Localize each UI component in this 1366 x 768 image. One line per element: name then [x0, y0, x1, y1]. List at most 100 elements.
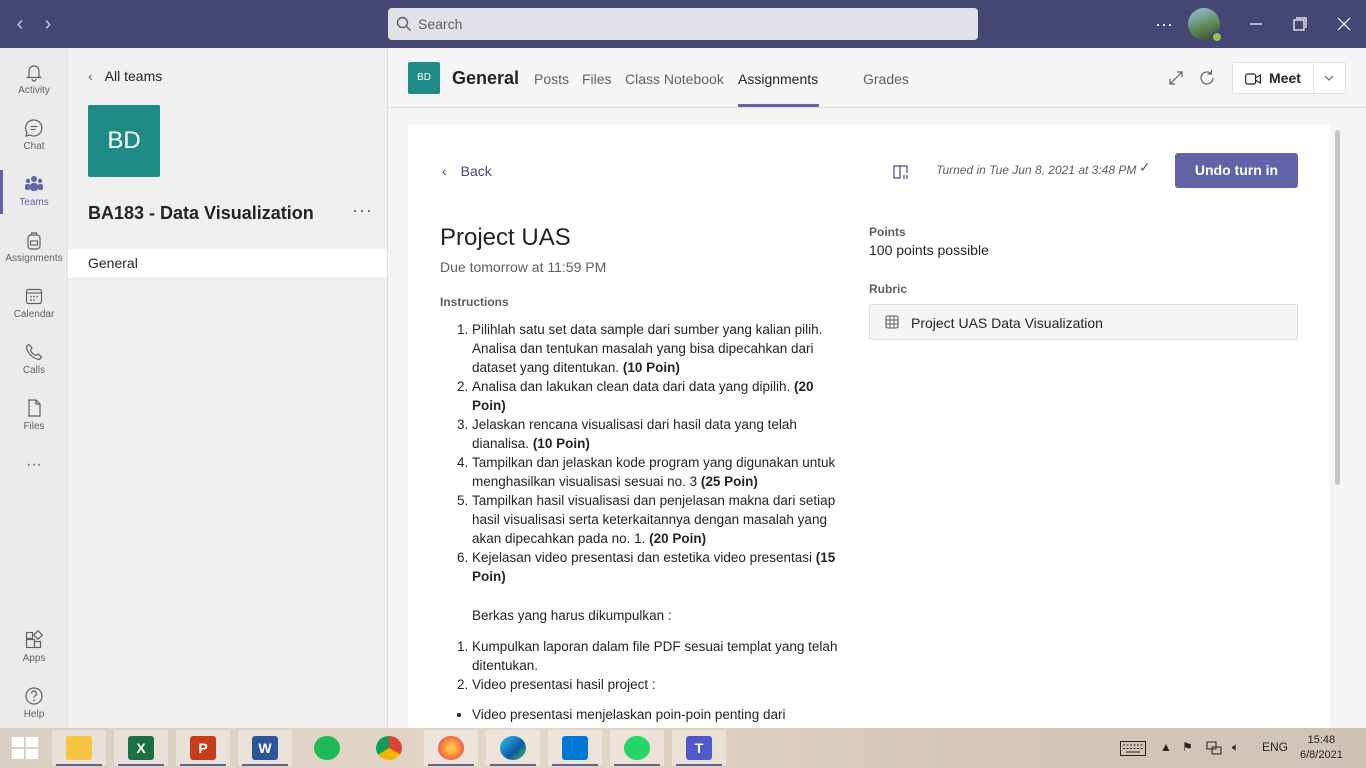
expand-icon[interactable]: [1166, 68, 1186, 88]
taskbar-edge[interactable]: [486, 730, 540, 766]
whatsapp-icon: [624, 736, 650, 760]
title-bar: ‹ › Search ···: [0, 0, 1366, 48]
channel-label: General: [88, 255, 138, 271]
rail-label: Chat: [23, 141, 45, 152]
taskbar-file-explorer[interactable]: [52, 730, 106, 766]
instruction-points: (20 Poin): [649, 531, 707, 546]
clock-date: 6/8/2021: [1300, 749, 1343, 761]
windows-start-icon[interactable]: [12, 737, 38, 759]
taskbar-spotify[interactable]: [300, 730, 354, 766]
undo-turn-in-button[interactable]: Undo turn in: [1175, 153, 1298, 188]
tab-grades[interactable]: Grades: [863, 71, 909, 87]
refresh-icon[interactable]: [1197, 68, 1217, 88]
all-teams-link[interactable]: ‹ All teams: [88, 68, 162, 84]
back-arrow-icon[interactable]: ‹: [8, 12, 32, 36]
rail-label: Calls: [22, 365, 46, 376]
taskbar-word[interactable]: W: [238, 730, 292, 766]
file-icon: [28, 399, 41, 417]
team-name: BA183 - Data Visualization: [88, 203, 314, 223]
rail-apps[interactable]: Apps: [0, 620, 68, 676]
list-item: Tampilkan hasil visualisasi dan penjelas…: [472, 491, 840, 548]
rail-teams[interactable]: Teams: [0, 164, 68, 220]
volume-icon[interactable]: 🔈︎: [1232, 740, 1239, 755]
input-language[interactable]: ENG: [1262, 740, 1288, 754]
team-more-options-icon[interactable]: ···: [352, 200, 373, 221]
forward-arrow-icon[interactable]: ›: [36, 12, 60, 36]
vscode-icon: [562, 736, 588, 760]
more-options-icon[interactable]: ···: [1152, 12, 1176, 36]
rail-label: Files: [23, 421, 45, 432]
maximize-icon[interactable]: [1288, 12, 1312, 36]
points-value: 100 points possible: [869, 242, 989, 258]
all-teams-label: All teams: [104, 68, 163, 84]
rail-label: Apps: [22, 653, 46, 664]
chrome-icon: [376, 736, 402, 760]
team-avatar: BD: [88, 105, 160, 177]
rail-chat[interactable]: Chat: [0, 108, 68, 164]
video-bullets: Video presentasi menjelaskan poin-poin p…: [440, 705, 840, 724]
taskbar-powerpoint[interactable]: P: [176, 730, 230, 766]
assignment-title: Project UAS: [440, 224, 571, 251]
channel-item-general[interactable]: General: [68, 249, 387, 277]
network-icon[interactable]: [1206, 740, 1222, 756]
keyboard-icon[interactable]: [1120, 741, 1146, 756]
rail-activity[interactable]: Activity: [0, 52, 68, 108]
immersive-reader-icon[interactable]: [892, 163, 910, 181]
grid-icon: [885, 315, 899, 329]
list-item: Video presentasi menjelaskan poin-poin p…: [472, 705, 840, 724]
turned-in-status: Turned in Tue Jun 8, 2021 at 3:48 PM: [936, 163, 1137, 177]
rail-calendar[interactable]: Calendar: [0, 276, 68, 332]
rail-files[interactable]: Files: [0, 388, 68, 444]
instruction-points: (10 Poin): [622, 360, 680, 375]
rail-calls[interactable]: Calls: [0, 332, 68, 388]
system-clock[interactable]: 15:48 6/8/2021: [1300, 733, 1343, 763]
tab-class-notebook[interactable]: Class Notebook: [625, 71, 724, 87]
taskbar-chrome[interactable]: [362, 730, 416, 766]
tab-assignments[interactable]: Assignments: [738, 71, 818, 87]
meet-label: Meet: [1269, 70, 1301, 86]
tab-posts[interactable]: Posts: [534, 71, 569, 87]
files-heading: Berkas yang harus dikumpulkan :: [472, 608, 672, 623]
taskbar-firefox[interactable]: [424, 730, 478, 766]
profile-avatar[interactable]: [1188, 8, 1223, 43]
back-button[interactable]: ‹ Back: [442, 163, 492, 179]
team-panel: ‹ All teams BD BA183 - Data Visualization…: [68, 48, 388, 728]
word-icon: W: [252, 736, 278, 760]
flag-icon[interactable]: ⚑: [1182, 740, 1193, 754]
scrollbar[interactable]: [1335, 130, 1340, 485]
instruction-text: Kejelasan video presentasi dan estetika …: [472, 550, 812, 565]
status-available-icon: [1211, 31, 1223, 43]
firefox-icon: [438, 736, 464, 760]
show-hidden-icons-icon[interactable]: ▲: [1160, 740, 1172, 754]
minimize-icon[interactable]: [1244, 12, 1268, 36]
teams-icon: [25, 176, 43, 191]
clock-time: 15:48: [1307, 734, 1336, 746]
tab-files[interactable]: Files: [582, 71, 612, 87]
chevron-down-icon[interactable]: [1321, 70, 1337, 86]
rail-assignments[interactable]: Assignments: [0, 220, 68, 276]
app-rail: Activity Chat Teams Assignments Calendar…: [0, 48, 68, 728]
apps-icon: [25, 630, 44, 649]
taskbar-vscode[interactable]: [548, 730, 602, 766]
edge-icon: [500, 736, 526, 760]
excel-icon: X: [128, 736, 154, 760]
list-item: Kumpulkan laporan dalam file PDF sesuai …: [472, 637, 840, 675]
files-list: Kumpulkan laporan dalam file PDF sesuai …: [440, 637, 840, 694]
close-icon[interactable]: [1332, 12, 1356, 36]
rubric-link[interactable]: Project UAS Data Visualization: [869, 304, 1298, 340]
rail-more[interactable]: ···: [0, 444, 68, 500]
taskbar-teams[interactable]: T: [672, 730, 726, 766]
help-icon: [25, 687, 43, 705]
rail-help[interactable]: Help: [0, 676, 68, 732]
meet-button[interactable]: Meet: [1232, 62, 1346, 94]
rail-label: Calendar: [13, 309, 55, 320]
taskbar-whatsapp[interactable]: [610, 730, 664, 766]
instruction-text: Jelaskan rencana visualisasi dari hasil …: [472, 417, 797, 451]
chevron-left-icon: ‹: [88, 68, 93, 84]
instructions-heading: Instructions: [440, 295, 509, 309]
channel-header: BD General Posts Files Class Notebook As…: [388, 48, 1366, 108]
more-apps-icon: ···: [26, 456, 42, 473]
channel-avatar: BD: [408, 62, 440, 94]
search-input[interactable]: Search: [388, 8, 978, 40]
taskbar-excel[interactable]: X: [114, 730, 168, 766]
